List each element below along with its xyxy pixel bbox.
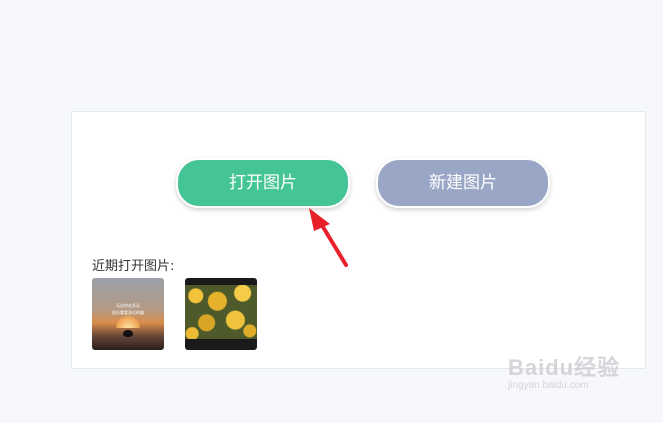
sunset-graphic <box>116 316 140 328</box>
recent-images-label: 近期打开图片: <box>92 259 175 274</box>
watermark-text: Baidu经验 <box>508 355 621 380</box>
new-image-button[interactable]: 新建图片 <box>376 158 550 208</box>
yellow-leaves-graphic <box>185 285 257 339</box>
thumbnail-caption: 回头看看身后的路 <box>112 310 144 315</box>
image-panel: 打开图片 新建图片 近期打开图片: 无论你走多远 回头看看身后的路 <box>71 111 646 369</box>
baidu-watermark: Baidu经验 jingyan.baidu.com <box>508 350 620 391</box>
recent-image-thumbnail-1[interactable]: 无论你走多远 回头看看身后的路 <box>92 278 164 350</box>
thumbnail-caption: 无论你走多远 <box>116 303 140 308</box>
recent-image-thumbnail-2[interactable] <box>185 278 257 350</box>
silhouette-graphic <box>123 330 133 337</box>
open-image-button[interactable]: 打开图片 <box>176 158 350 208</box>
